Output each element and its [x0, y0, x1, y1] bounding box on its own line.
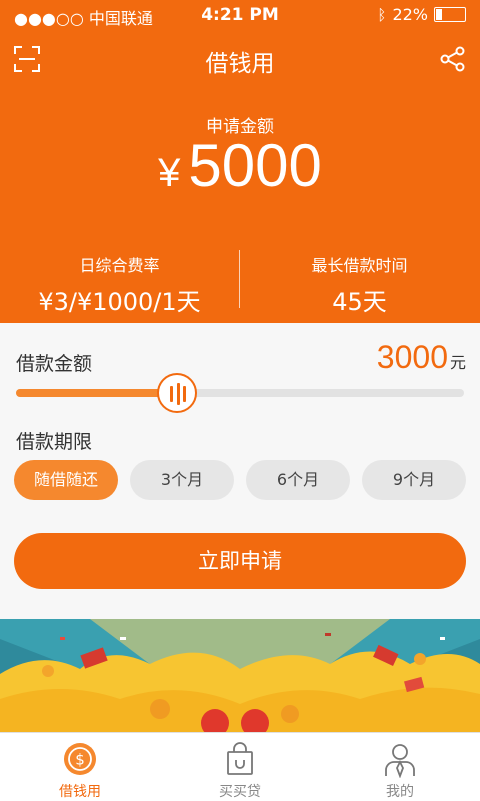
promo-banner[interactable]: [0, 619, 480, 732]
amount-slider-track[interactable]: [16, 389, 464, 397]
tab-bar: $ 借钱用 买买贷 我的: [0, 732, 480, 801]
shopping-bag-icon: [227, 742, 253, 775]
apply-amount: ¥5000: [0, 134, 480, 205]
period-options: 随借随还 3个月 6个月 9个月: [14, 460, 466, 500]
share-icon[interactable]: [440, 46, 466, 72]
loan-panel: 借款金额 3000 元 借款期限 随借随还 3个月 6个月 9个月 立即申请: [0, 323, 480, 619]
user-icon: [385, 744, 415, 778]
tab-shop-loan[interactable]: 买买贷: [160, 733, 320, 801]
promo-banner-image: [0, 619, 480, 732]
rate-block: 日综合费率 ¥3/¥1000/1天: [0, 252, 239, 317]
period-option-3-months[interactable]: 3个月: [130, 460, 234, 500]
term-value: 45天: [332, 288, 387, 316]
rate-value: ¥3/¥1000/1天: [38, 288, 201, 316]
tab-mine[interactable]: 我的: [320, 733, 480, 801]
currency-symbol: ¥: [158, 151, 181, 195]
battery-indicator: ᛒ 22%: [377, 5, 466, 24]
period-option-anytime[interactable]: 随借随还: [14, 460, 118, 500]
page-title: 借钱用: [205, 51, 275, 77]
rate-label: 日综合费率: [79, 256, 160, 275]
battery-percent: 22%: [392, 5, 428, 24]
bluetooth-icon: ᛒ: [377, 5, 387, 24]
amount-slider-fill: [16, 389, 177, 397]
period-option-6-months[interactable]: 6个月: [246, 460, 350, 500]
apply-amount-value: 5000: [188, 132, 322, 199]
period-option-9-months[interactable]: 9个月: [362, 460, 466, 500]
term-label: 最长借款时间: [311, 256, 408, 275]
apply-now-button[interactable]: 立即申请: [14, 533, 466, 589]
loan-amount-number: 3000: [376, 339, 448, 375]
loan-period-label: 借款期限: [16, 431, 93, 453]
tab-label-mine: 我的: [386, 784, 414, 800]
header: 借钱用 申请金额 ¥5000 日综合费率 ¥3/¥1000/1天 最长借款时间 …: [0, 30, 480, 323]
term-block: 最长借款时间 45天: [240, 252, 479, 317]
svg-text:$: $: [75, 751, 85, 769]
amount-slider-handle[interactable]: [157, 373, 197, 413]
tab-label-shop-loan: 买买贷: [219, 784, 261, 800]
tab-label-borrow: 借钱用: [59, 784, 101, 800]
loan-amount-unit: 元: [449, 355, 466, 372]
loan-amount-label: 借款金额: [16, 353, 93, 375]
battery-icon: [434, 7, 466, 22]
status-bar: ●●●○○ 中国联通 4:21 PM ᛒ 22%: [0, 0, 480, 30]
loan-amount-value: 3000 元: [377, 339, 466, 376]
tab-borrow[interactable]: $ 借钱用: [0, 733, 160, 801]
coin-icon: $: [64, 743, 96, 775]
